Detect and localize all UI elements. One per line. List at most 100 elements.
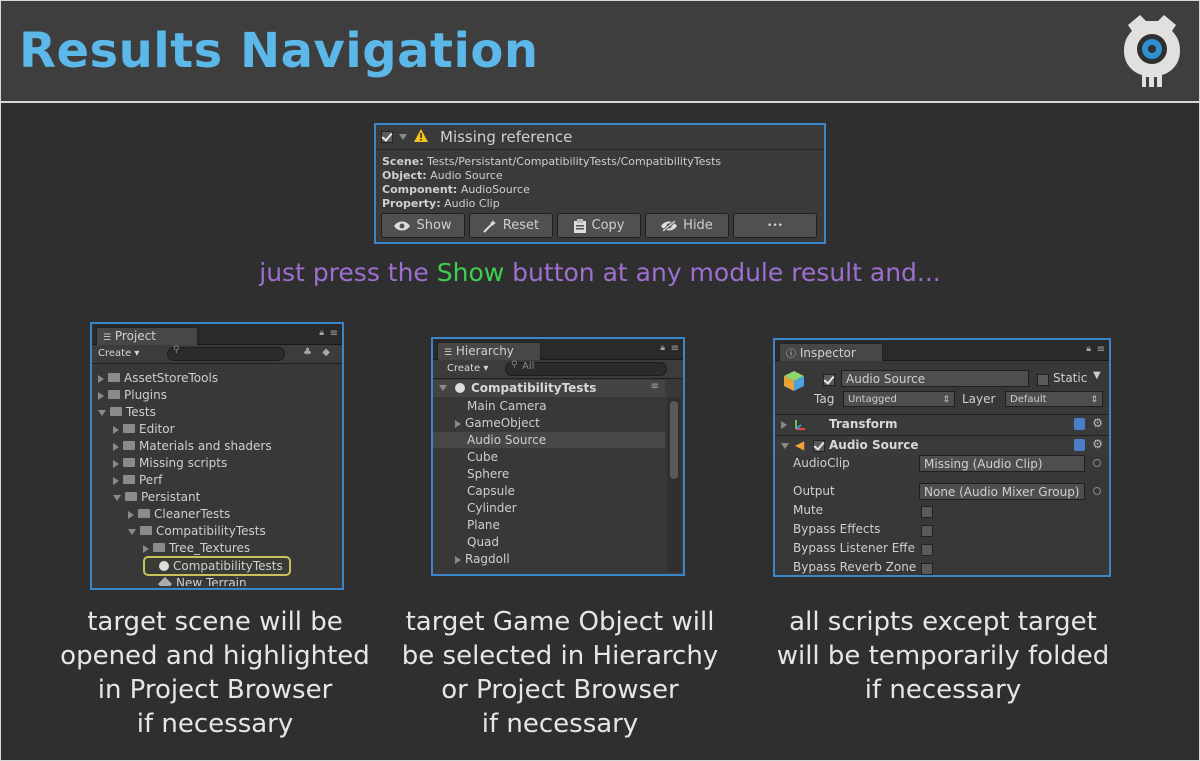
slide-header: Results Navigation xyxy=(1,1,1199,103)
tree-item-compatibilitytests-scene[interactable]: CompatibilityTests xyxy=(143,556,291,576)
hierarchy-item[interactable]: Sphere xyxy=(467,466,509,482)
magic-wand-icon xyxy=(483,219,496,233)
tree-item-tests[interactable]: Tests xyxy=(98,404,156,420)
clipboard-icon xyxy=(573,218,586,233)
detail-component: Component: AudioSource xyxy=(382,183,530,196)
tree-item-missing-scripts[interactable]: Missing scripts xyxy=(113,455,227,471)
bypass-listener-label: Bypass Listener Effe xyxy=(793,541,915,555)
eye-icon xyxy=(394,221,411,230)
folder-icon xyxy=(138,509,150,518)
hierarchy-scene-row[interactable]: CompatibilityTests ≡ xyxy=(433,380,665,397)
caption-project: target scene will be opened and highlight… xyxy=(60,607,370,739)
lock-icon[interactable]: 🔒︎ xyxy=(660,343,665,353)
copy-button[interactable]: Copy xyxy=(557,213,641,238)
panel-menu-icon[interactable]: ≡ xyxy=(330,328,338,339)
hierarchy-item[interactable]: Cylinder xyxy=(467,500,517,516)
tree-item-editor[interactable]: Editor xyxy=(113,421,175,437)
scene-menu-icon[interactable]: ≡ xyxy=(651,381,659,392)
help-book-icon[interactable] xyxy=(1074,418,1085,430)
show-button[interactable]: Show xyxy=(381,213,465,238)
menu-icon: ☰ xyxy=(103,333,112,343)
gear-logo-icon xyxy=(1124,15,1180,87)
project-toolbar: Create ▾ ⚲ ♣ ◆ xyxy=(92,345,342,364)
unity-scene-icon xyxy=(159,560,169,571)
lock-icon[interactable]: 🔒︎ xyxy=(1086,344,1091,354)
hierarchy-item-selected[interactable]: Audio Source xyxy=(433,432,665,448)
tab-inspector[interactable]: ⓘ Inspector xyxy=(779,343,883,361)
tree-item-new-terrain[interactable]: New Terrain xyxy=(157,575,247,586)
static-checkbox[interactable] xyxy=(1037,374,1049,386)
object-picker-icon[interactable] xyxy=(1093,459,1101,467)
gear-icon[interactable]: ⚙ xyxy=(1092,416,1103,430)
result-card: Missing reference Scene: Tests/Persistan… xyxy=(374,123,826,244)
tree-item-assetstoretools[interactable]: AssetStoreTools xyxy=(98,370,218,386)
static-dropdown-icon[interactable]: ▼ xyxy=(1093,370,1101,381)
result-checkbox[interactable] xyxy=(381,131,393,143)
hierarchy-list: Main Camera GameObject Audio Source Cube… xyxy=(433,398,665,572)
output-label: Output xyxy=(793,484,835,498)
create-dropdown[interactable]: Create ▾ xyxy=(98,348,139,359)
tree-item-tree-textures[interactable]: Tree_Textures xyxy=(143,540,250,556)
hierarchy-item[interactable]: Capsule xyxy=(467,483,515,499)
mute-checkbox[interactable] xyxy=(921,506,933,518)
create-dropdown[interactable]: Create ▾ xyxy=(447,363,488,374)
hierarchy-item[interactable]: Main Camera xyxy=(467,398,547,414)
reset-button[interactable]: Reset xyxy=(469,213,553,238)
hierarchy-item[interactable]: Quad xyxy=(467,534,499,550)
hierarchy-item[interactable]: GameObject xyxy=(455,415,540,431)
bypass-reverb-label: Bypass Reverb Zone xyxy=(793,560,917,574)
tab-hierarchy[interactable]: ☰ Hierarchy xyxy=(437,342,541,360)
layer-dropdown[interactable]: Default ⇕ xyxy=(1005,391,1103,407)
tagline: just press the Show button at any module… xyxy=(259,258,941,287)
bypass-reverb-checkbox[interactable] xyxy=(921,563,933,575)
tag-dropdown[interactable]: Untagged ⇕ xyxy=(843,391,955,407)
gameobject-cube-icon xyxy=(784,371,804,391)
transform-axes-icon xyxy=(795,420,805,430)
gear-icon[interactable]: ⚙ xyxy=(1092,437,1103,451)
audioclip-field[interactable]: Missing (Audio Clip) xyxy=(919,455,1085,472)
hierarchy-item[interactable]: Ragdoll xyxy=(455,551,510,567)
warning-icon xyxy=(414,129,428,142)
hierarchy-item[interactable]: Cube xyxy=(467,449,498,465)
hierarchy-search-input[interactable]: ⚲ All xyxy=(505,360,667,376)
more-options-button[interactable]: ••• xyxy=(733,213,817,238)
filter-type-icon[interactable]: ♣ xyxy=(303,347,312,358)
folder-icon xyxy=(123,441,135,450)
inspector-panel: ⓘ Inspector 🔒︎ ≡ Audio Source Static ▼ T… xyxy=(773,338,1111,577)
transform-component-header[interactable]: Transform ⚙ xyxy=(775,414,1109,435)
tree-item-plugins[interactable]: Plugins xyxy=(98,387,167,403)
audiosource-component-header[interactable]: ◀ Audio Source ⚙ xyxy=(775,435,1109,456)
project-search-input[interactable]: ⚲ xyxy=(167,345,285,361)
project-panel: ☰ Project 🔒︎ ≡ Create ▾ ⚲ ♣ ◆ AssetStore… xyxy=(90,322,344,590)
tree-item-materials[interactable]: Materials and shaders xyxy=(113,438,272,454)
output-field[interactable]: None (Audio Mixer Group) xyxy=(919,483,1085,500)
detail-object: Object: Audio Source xyxy=(382,169,503,182)
tree-item-perf[interactable]: Perf xyxy=(113,472,162,488)
hierarchy-item[interactable]: Plane xyxy=(467,517,500,533)
tree-item-persistant[interactable]: Persistant xyxy=(113,489,200,505)
foldout-arrow-icon[interactable] xyxy=(399,134,407,140)
lock-icon[interactable]: 🔒︎ xyxy=(319,328,324,338)
tab-project[interactable]: ☰ Project xyxy=(96,327,198,345)
folder-icon xyxy=(108,373,120,382)
hierarchy-panel: ☰ Hierarchy 🔒︎ ≡ Create ▾ ⚲ All Compatib… xyxy=(431,337,685,576)
folder-icon xyxy=(140,526,152,535)
tree-item-cleanertests[interactable]: CleanerTests xyxy=(128,506,230,522)
panel-menu-icon[interactable]: ≡ xyxy=(1097,344,1105,355)
help-book-icon[interactable] xyxy=(1074,439,1085,451)
object-picker-icon[interactable] xyxy=(1093,487,1101,495)
scrollbar-thumb[interactable] xyxy=(670,401,678,479)
filter-label-icon[interactable]: ◆ xyxy=(322,347,330,358)
static-label: Static xyxy=(1053,371,1088,385)
unity-scene-icon xyxy=(455,383,465,393)
audiosource-enabled-checkbox[interactable] xyxy=(813,440,825,452)
hide-button[interactable]: Hide xyxy=(645,213,729,238)
bypass-listener-checkbox[interactable] xyxy=(921,544,933,556)
object-name-field[interactable]: Audio Source xyxy=(841,370,1029,387)
tree-item-compatibilitytests-folder[interactable]: CompatibilityTests xyxy=(128,523,266,539)
info-icon: ⓘ xyxy=(786,349,796,360)
active-checkbox[interactable] xyxy=(823,374,835,386)
bypass-effects-checkbox[interactable] xyxy=(921,525,933,537)
hierarchy-scrollbar[interactable] xyxy=(667,397,681,572)
panel-menu-icon[interactable]: ≡ xyxy=(671,343,679,354)
